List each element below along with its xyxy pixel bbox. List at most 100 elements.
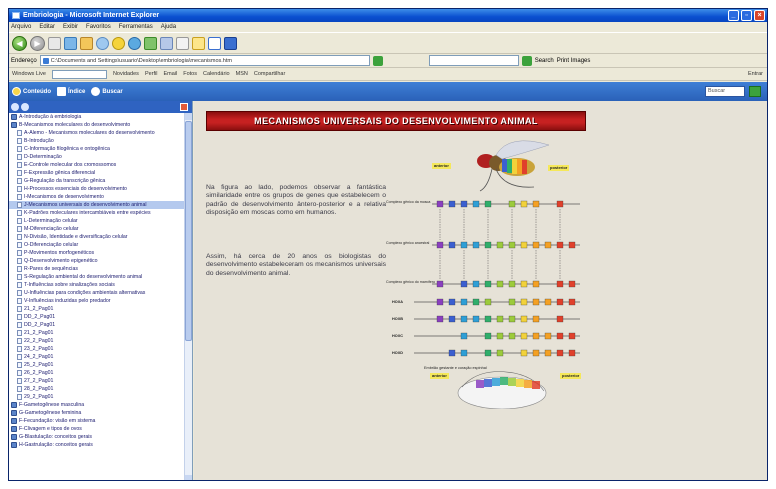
sign-in-link[interactable]: Entrar	[748, 71, 767, 77]
go-button[interactable]	[372, 55, 383, 66]
menu-help[interactable]: Ajuda	[161, 22, 176, 32]
menu-file[interactable]: Arquivo	[11, 22, 31, 32]
scroll-up-arrow[interactable]	[185, 113, 192, 120]
toc-item[interactable]: G-Blastulação: conceitos gerais	[9, 433, 185, 441]
favorites-icon[interactable]	[112, 36, 125, 50]
menu-view[interactable]: Exibir	[63, 22, 78, 32]
toc-item[interactable]: E-Controle molecular dos cromossomos	[9, 161, 185, 169]
minimize-button[interactable]: _	[728, 10, 739, 21]
link-email[interactable]: Email	[163, 71, 177, 77]
toolbar-search-input[interactable]	[428, 55, 519, 66]
link-fotos[interactable]: Fotos	[183, 71, 197, 77]
toc-item-label: 23_2_Pag01	[24, 346, 54, 352]
sidebar-scrollbar[interactable]	[184, 113, 192, 480]
address-input[interactable]: C:\Documents and Settings\usuario\Deskto…	[39, 55, 370, 66]
toc-item[interactable]: I-Mecanismos de desenvolvimento	[9, 193, 185, 201]
toc-item[interactable]: U-Influências para condições ambientais …	[9, 289, 185, 297]
link-msn[interactable]: MSN	[236, 71, 248, 77]
toolbar-search-label[interactable]: Search	[535, 58, 554, 64]
toc-item[interactable]: P-Movimentos morfogenéticos	[9, 249, 185, 257]
toc-item-label: F-Clivagem e tipos de ovos	[19, 426, 82, 432]
toc-item[interactable]: 27_2_Pag01	[9, 377, 185, 385]
toc-item[interactable]: 28_2_Pag01	[9, 385, 185, 393]
toc-item[interactable]: M-Diferenciação celular	[9, 225, 185, 233]
toc-item[interactable]: A-Alemo - Mecanismos moleculares do dese…	[9, 129, 185, 137]
toc-item[interactable]: F-Fecundação: visão em sistema	[9, 417, 185, 425]
maximize-button[interactable]: ▫	[741, 10, 752, 21]
menu-favorites[interactable]: Favoritos	[86, 22, 111, 32]
site-search-go-button[interactable]	[749, 86, 761, 97]
toc-item[interactable]: G-Regulação da transcrição gênica	[9, 177, 185, 185]
toc-item[interactable]: 24_2_Pag01	[9, 353, 185, 361]
folder-icon[interactable]	[192, 36, 205, 50]
history-icon[interactable]	[144, 36, 157, 50]
link-compartilhar[interactable]: Compartilhar	[254, 71, 285, 77]
toc-item[interactable]: 26_2_Pag01	[9, 369, 185, 377]
page-icon	[17, 362, 22, 368]
nav-index[interactable]: Índice	[57, 87, 85, 96]
scroll-thumb[interactable]	[185, 121, 192, 341]
link-perfil[interactable]: Perfil	[145, 71, 158, 77]
edit-icon[interactable]	[208, 36, 221, 50]
link-calendario[interactable]: Calendário	[203, 71, 230, 77]
close-button[interactable]: ×	[754, 10, 765, 21]
toc-item[interactable]: K-Padrões moleculares intercambiáveis en…	[9, 209, 185, 217]
toc-item[interactable]: 25_2_Pag01	[9, 361, 185, 369]
nav-contents[interactable]: Conteúdo	[12, 87, 51, 96]
toc-item[interactable]: 29_2_Pag01	[9, 393, 185, 401]
toc-item[interactable]: R-Pares de sequências	[9, 265, 185, 273]
toc-item[interactable]: 23_2_Pag01	[9, 345, 185, 353]
toc-item[interactable]: H-Gastrulação: conceitos gerais	[9, 441, 185, 449]
refresh-icon[interactable]	[64, 36, 77, 50]
forward-button[interactable]: ▶	[30, 35, 45, 51]
toc-item[interactable]: F-Expressão gênica diferencial	[9, 169, 185, 177]
site-search-input[interactable]: Buscar	[705, 86, 745, 97]
toc-item[interactable]: V-Influências induzidas pelo predador	[9, 297, 185, 305]
menu-edit[interactable]: Editar	[39, 22, 55, 32]
toc-item[interactable]: B-Introdução	[9, 137, 185, 145]
print-images-link[interactable]: Print Images	[557, 58, 591, 64]
toc-item[interactable]: 22_2_Pag01	[9, 337, 185, 345]
forward-nav-icon[interactable]	[21, 103, 29, 111]
toc-item[interactable]: F-Clivagem e tipos de ovos	[9, 425, 185, 433]
toc-item[interactable]: DD_2_Pag01	[9, 313, 185, 321]
hox-gene-box	[496, 332, 504, 340]
media-icon[interactable]	[128, 36, 141, 50]
scroll-down-arrow[interactable]	[185, 475, 192, 480]
toc-item[interactable]: F-Gametogênese masculina	[9, 401, 185, 409]
windows-live-link[interactable]: Windows Live	[12, 71, 46, 77]
title-bar[interactable]: Embriologia - Microsoft Internet Explore…	[9, 9, 767, 22]
toc-item[interactable]: L-Determinação celular	[9, 217, 185, 225]
back-button[interactable]: ◀	[12, 35, 27, 51]
toc-item[interactable]: B-Mecanismos moleculares do desenvolvime…	[9, 121, 185, 129]
stop-icon[interactable]	[48, 36, 61, 50]
toolbar-search-go[interactable]	[521, 55, 532, 66]
print-icon[interactable]	[176, 36, 189, 50]
home-icon[interactable]	[80, 36, 93, 50]
mouse-hox-band	[500, 377, 508, 385]
toc-item[interactable]: C-Informação filogênica e ontogênica	[9, 145, 185, 153]
close-sidebar-icon[interactable]	[180, 103, 188, 111]
toc-item[interactable]: H-Processos essenciais do desenvolviment…	[9, 185, 185, 193]
toc-item[interactable]: S-Regulação ambiental do desenvolvimento…	[9, 273, 185, 281]
live-search-input[interactable]	[51, 69, 107, 79]
toc-item[interactable]: O-Diferenciação celular	[9, 241, 185, 249]
link-novidades[interactable]: Novidades	[113, 71, 139, 77]
toc-item[interactable]: 21_2_Pag01	[9, 329, 185, 337]
nav-search[interactable]: Buscar	[91, 87, 123, 96]
toc-item[interactable]: Q-Desenvolvimento epigenético	[9, 257, 185, 265]
toc-item[interactable]: A-Introdução à embriologia	[9, 113, 185, 121]
toc-item[interactable]: 21_2_Pag01	[9, 305, 185, 313]
menu-tools[interactable]: Ferramentas	[119, 22, 153, 32]
mail-icon[interactable]	[160, 36, 173, 50]
toc-item[interactable]: G-Gametogênese feminina	[9, 409, 185, 417]
toc-item[interactable]: DD_2_Pag01	[9, 321, 185, 329]
toc-item[interactable]: T-Influências sobre sinalizações sociais	[9, 281, 185, 289]
toc-item[interactable]: N-Divisão, Identidade e diversificação c…	[9, 233, 185, 241]
back-nav-icon[interactable]	[11, 103, 19, 111]
search-icon[interactable]	[96, 36, 109, 50]
messenger-icon[interactable]	[224, 36, 237, 50]
toc-item[interactable]: J-Mecanismos universais do desenvolvimen…	[9, 201, 185, 209]
toc-item[interactable]: D-Determinação	[9, 153, 185, 161]
fly-illustration	[477, 140, 550, 192]
